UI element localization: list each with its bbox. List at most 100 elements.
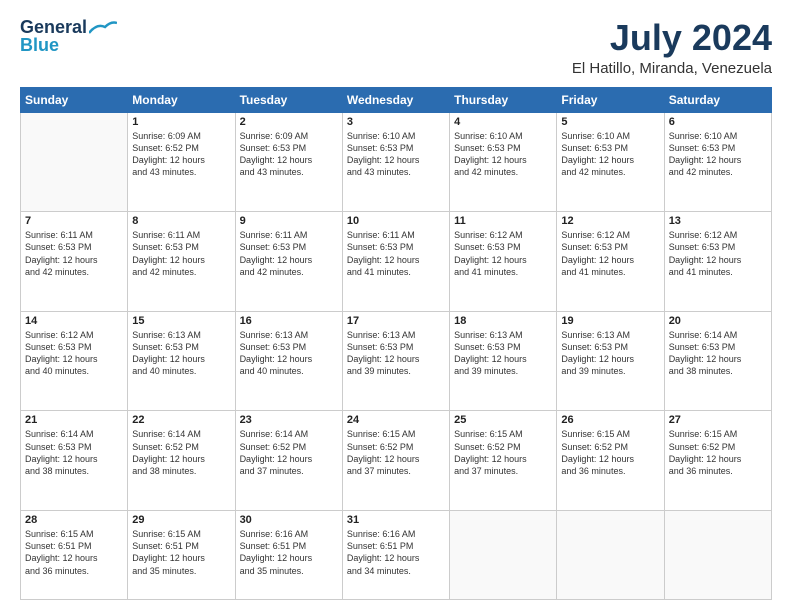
day-number: 30 — [240, 514, 338, 526]
day-number: 28 — [25, 514, 123, 526]
table-row: 10 Sunrise: 6:11 AMSunset: 6:53 PMDayligh… — [342, 212, 449, 312]
table-row: 7Sunrise: 6:11 AMSunset: 6:53 PMDaylight… — [21, 212, 128, 312]
day-info: Sunrise: 6:15 AMSunset: 6:52 PMDaylight:… — [347, 428, 445, 477]
calendar-week-row: 7Sunrise: 6:11 AMSunset: 6:53 PMDaylight… — [21, 212, 772, 312]
table-row: 27 Sunrise: 6:15 AMSunset: 6:52 PMDayligh… — [664, 411, 771, 511]
day-info: Sunrise: 6:11 AMSunset: 6:53 PMDaylight:… — [347, 229, 445, 278]
table-row: 28 Sunrise: 6:15 AMSunset: 6:51 PMDayligh… — [21, 511, 128, 600]
day-info: Sunrise: 6:16 AMSunset: 6:51 PMDaylight:… — [347, 528, 445, 577]
table-row: 31 Sunrise: 6:16 AMSunset: 6:51 PMDayligh… — [342, 511, 449, 600]
day-number: 27 — [669, 414, 767, 426]
day-info: Sunrise: 6:12 AMSunset: 6:53 PMDaylight:… — [561, 229, 659, 278]
table-row: 26 Sunrise: 6:15 AMSunset: 6:52 PMDayligh… — [557, 411, 664, 511]
calendar-week-row: 14 Sunrise: 6:12 AMSunset: 6:53 PMDayligh… — [21, 311, 772, 411]
day-info: Sunrise: 6:15 AMSunset: 6:52 PMDaylight:… — [669, 428, 767, 477]
table-row: 11 Sunrise: 6:12 AMSunset: 6:53 PMDayligh… — [450, 212, 557, 312]
table-row: 9 Sunrise: 6:11 AMSunset: 6:53 PMDaylight… — [235, 212, 342, 312]
day-number: 15 — [132, 315, 230, 327]
day-info: Sunrise: 6:13 AMSunset: 6:53 PMDaylight:… — [132, 329, 230, 378]
day-number: 24 — [347, 414, 445, 426]
calendar-header-tuesday: Tuesday — [235, 87, 342, 112]
calendar-header-wednesday: Wednesday — [342, 87, 449, 112]
day-number: 5 — [561, 116, 659, 128]
day-info: Sunrise: 6:15 AMSunset: 6:52 PMDaylight:… — [561, 428, 659, 477]
day-number: 21 — [25, 414, 123, 426]
day-info: Sunrise: 6:13 AMSunset: 6:53 PMDaylight:… — [454, 329, 552, 378]
day-info: Sunrise: 6:12 AMSunset: 6:53 PMDaylight:… — [25, 329, 123, 378]
table-row: 30 Sunrise: 6:16 AMSunset: 6:51 PMDayligh… — [235, 511, 342, 600]
table-row: 19Sunrise: 6:13 AMSunset: 6:53 PMDayligh… — [557, 311, 664, 411]
calendar-header-thursday: Thursday — [450, 87, 557, 112]
calendar-header-friday: Friday — [557, 87, 664, 112]
table-row — [557, 511, 664, 600]
day-number: 23 — [240, 414, 338, 426]
table-row: 14 Sunrise: 6:12 AMSunset: 6:53 PMDayligh… — [21, 311, 128, 411]
day-number: 13 — [669, 215, 767, 227]
logo-blue: Blue — [20, 36, 59, 56]
day-info: Sunrise: 6:14 AMSunset: 6:53 PMDaylight:… — [669, 329, 767, 378]
subtitle: El Hatillo, Miranda, Venezuela — [572, 60, 772, 77]
day-number: 31 — [347, 514, 445, 526]
table-row: 21Sunrise: 6:14 AMSunset: 6:53 PMDayligh… — [21, 411, 128, 511]
logo: General Blue — [20, 18, 117, 56]
day-info: Sunrise: 6:13 AMSunset: 6:53 PMDaylight:… — [347, 329, 445, 378]
day-info: Sunrise: 6:14 AMSunset: 6:52 PMDaylight:… — [240, 428, 338, 477]
main-title: July 2024 — [572, 18, 772, 58]
day-number: 12 — [561, 215, 659, 227]
calendar-header-row: SundayMondayTuesdayWednesdayThursdayFrid… — [21, 87, 772, 112]
table-row: 29 Sunrise: 6:15 AMSunset: 6:51 PMDayligh… — [128, 511, 235, 600]
day-info: Sunrise: 6:09 AMSunset: 6:53 PMDaylight:… — [240, 130, 338, 179]
calendar-header-monday: Monday — [128, 87, 235, 112]
table-row: 22Sunrise: 6:14 AMSunset: 6:52 PMDayligh… — [128, 411, 235, 511]
day-number: 26 — [561, 414, 659, 426]
calendar-table: SundayMondayTuesdayWednesdayThursdayFrid… — [20, 87, 772, 600]
day-number: 6 — [669, 116, 767, 128]
day-info: Sunrise: 6:10 AMSunset: 6:53 PMDaylight:… — [561, 130, 659, 179]
day-number: 18 — [454, 315, 552, 327]
header: General Blue July 2024 El Hatillo, Miran… — [20, 18, 772, 77]
day-number: 11 — [454, 215, 552, 227]
day-number: 29 — [132, 514, 230, 526]
day-info: Sunrise: 6:12 AMSunset: 6:53 PMDaylight:… — [669, 229, 767, 278]
table-row: 4 Sunrise: 6:10 AMSunset: 6:53 PMDaylight… — [450, 112, 557, 212]
day-number: 25 — [454, 414, 552, 426]
table-row: 13 Sunrise: 6:12 AMSunset: 6:53 PMDayligh… — [664, 212, 771, 312]
calendar-week-row: 21Sunrise: 6:14 AMSunset: 6:53 PMDayligh… — [21, 411, 772, 511]
day-info: Sunrise: 6:15 AMSunset: 6:51 PMDaylight:… — [132, 528, 230, 577]
calendar-week-row: 28 Sunrise: 6:15 AMSunset: 6:51 PMDayligh… — [21, 511, 772, 600]
day-number: 20 — [669, 315, 767, 327]
day-number: 22 — [132, 414, 230, 426]
day-number: 4 — [454, 116, 552, 128]
day-number: 14 — [25, 315, 123, 327]
day-number: 9 — [240, 215, 338, 227]
day-info: Sunrise: 6:10 AMSunset: 6:53 PMDaylight:… — [454, 130, 552, 179]
table-row: 15 Sunrise: 6:13 AMSunset: 6:53 PMDayligh… — [128, 311, 235, 411]
table-row: 8Sunrise: 6:11 AMSunset: 6:53 PMDaylight… — [128, 212, 235, 312]
table-row: 25 Sunrise: 6:15 AMSunset: 6:52 PMDayligh… — [450, 411, 557, 511]
logo-bird-icon — [89, 21, 117, 35]
day-info: Sunrise: 6:10 AMSunset: 6:53 PMDaylight:… — [347, 130, 445, 179]
table-row: 2 Sunrise: 6:09 AMSunset: 6:53 PMDaylight… — [235, 112, 342, 212]
table-row — [450, 511, 557, 600]
table-row: 3Sunrise: 6:10 AMSunset: 6:53 PMDaylight… — [342, 112, 449, 212]
calendar-header-sunday: Sunday — [21, 87, 128, 112]
day-info: Sunrise: 6:16 AMSunset: 6:51 PMDaylight:… — [240, 528, 338, 577]
day-info: Sunrise: 6:13 AMSunset: 6:53 PMDaylight:… — [240, 329, 338, 378]
day-info: Sunrise: 6:15 AMSunset: 6:52 PMDaylight:… — [454, 428, 552, 477]
table-row: 12 Sunrise: 6:12 AMSunset: 6:53 PMDayligh… — [557, 212, 664, 312]
day-info: Sunrise: 6:11 AMSunset: 6:53 PMDaylight:… — [240, 229, 338, 278]
table-row: 5 Sunrise: 6:10 AMSunset: 6:53 PMDaylight… — [557, 112, 664, 212]
table-row: 17 Sunrise: 6:13 AMSunset: 6:53 PMDayligh… — [342, 311, 449, 411]
table-row — [664, 511, 771, 600]
day-number: 1 — [132, 116, 230, 128]
day-number: 2 — [240, 116, 338, 128]
calendar-header-saturday: Saturday — [664, 87, 771, 112]
day-info: Sunrise: 6:13 AMSunset: 6:53 PMDaylight:… — [561, 329, 659, 378]
table-row: 20 Sunrise: 6:14 AMSunset: 6:53 PMDayligh… — [664, 311, 771, 411]
day-number: 17 — [347, 315, 445, 327]
day-info: Sunrise: 6:15 AMSunset: 6:51 PMDaylight:… — [25, 528, 123, 577]
table-row: 16Sunrise: 6:13 AMSunset: 6:53 PMDayligh… — [235, 311, 342, 411]
page: General Blue July 2024 El Hatillo, Miran… — [0, 0, 792, 612]
day-number: 10 — [347, 215, 445, 227]
day-info: Sunrise: 6:12 AMSunset: 6:53 PMDaylight:… — [454, 229, 552, 278]
